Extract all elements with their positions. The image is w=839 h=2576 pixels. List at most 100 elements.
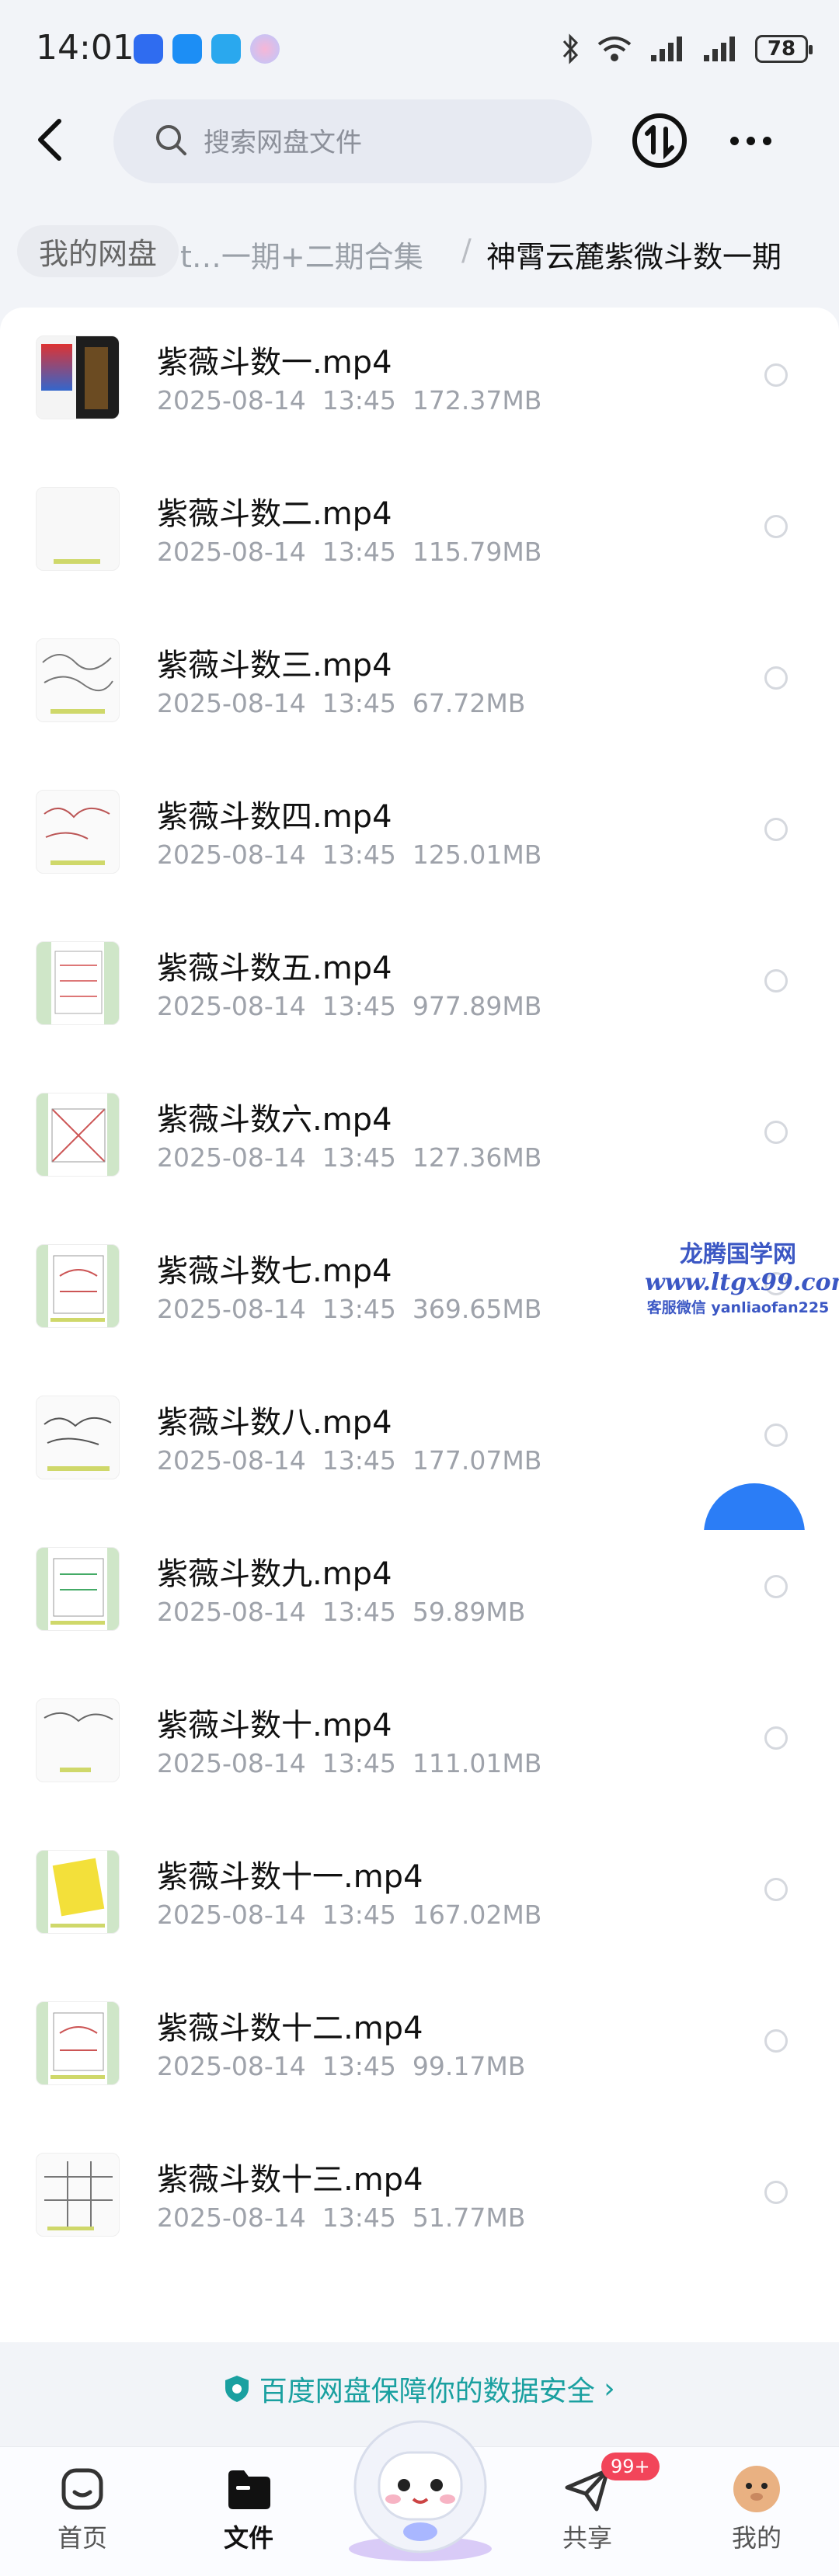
assistant-app-icon <box>250 34 280 64</box>
file-row[interactable]: 紫薇斗数六.mp4 2025-08-14 13:45 127.36MB <box>0 1065 839 1216</box>
breadcrumb-parent[interactable]: t…一期+二期合集 <box>180 233 423 276</box>
video-thumbnail <box>36 1093 120 1177</box>
select-radio[interactable] <box>764 1121 788 1144</box>
battery-indicator: 78 <box>755 35 813 63</box>
tab-home[interactable]: 首页 <box>28 2458 137 2567</box>
file-name: 紫薇斗数二.mp4 <box>157 496 392 532</box>
file-row[interactable]: 紫薇斗数二.mp4 2025-08-14 13:45 115.79MB <box>0 459 839 610</box>
file-row[interactable]: 紫薇斗数九.mp4 2025-08-14 13:45 59.89MB <box>0 1519 839 1670</box>
select-radio[interactable] <box>764 2029 788 2053</box>
video-thumbnail <box>36 487 120 571</box>
search-placeholder: 搜索网盘文件 <box>204 127 362 158</box>
safety-text: 百度网盘保障你的数据安全 <box>259 2376 595 2407</box>
status-indicators: 78 <box>561 30 813 68</box>
file-row[interactable]: 紫薇斗数一.mp4 2025-08-14 13:45 172.37MB <box>0 308 839 459</box>
video-thumbnail <box>36 2001 120 2085</box>
file-meta: 2025-08-14 13:45 977.89MB <box>157 991 542 1021</box>
file-meta: 2025-08-14 13:45 369.65MB <box>157 1294 542 1324</box>
file-row[interactable]: 紫薇斗数四.mp4 2025-08-14 13:45 125.01MB <box>0 762 839 913</box>
breadcrumb-current: 神霄云麓紫微斗数一期 <box>486 240 782 274</box>
chevron-right-icon: › <box>604 2373 615 2405</box>
file-meta: 2025-08-14 13:45 67.72MB <box>157 688 526 718</box>
video-thumbnail <box>36 1850 120 1934</box>
select-radio[interactable] <box>764 1878 788 1901</box>
wifi-icon <box>597 37 632 61</box>
add-fab-button[interactable] <box>704 1483 805 1530</box>
video-thumbnail <box>36 638 120 722</box>
select-radio[interactable] <box>764 818 788 841</box>
avatar <box>733 2466 780 2512</box>
safety-banner[interactable]: 百度网盘保障你的数据安全 › <box>0 2369 839 2420</box>
select-radio[interactable] <box>764 666 788 690</box>
file-name: 紫薇斗数八.mp4 <box>157 1405 392 1441</box>
select-radio[interactable] <box>764 1726 788 1750</box>
tab-mine[interactable]: 我的 <box>702 2458 811 2567</box>
video-thumbnail <box>36 2153 120 2237</box>
video-thumbnail <box>36 790 120 874</box>
select-radio[interactable] <box>764 1575 788 1598</box>
file-meta: 2025-08-14 13:45 59.89MB <box>157 1597 526 1627</box>
file-meta: 2025-08-14 13:45 167.02MB <box>157 1900 542 1930</box>
file-name: 紫薇斗数十一.mp4 <box>157 1859 423 1895</box>
file-name: 紫薇斗数七.mp4 <box>157 1253 392 1289</box>
file-name: 紫薇斗数五.mp4 <box>157 951 392 986</box>
file-name: 紫薇斗数三.mp4 <box>157 648 392 683</box>
select-radio[interactable] <box>764 363 788 387</box>
watermark-contact: 客服微信 yanliaofan225 <box>646 1299 830 1316</box>
share-badge: 99+ <box>601 2453 660 2480</box>
breadcrumb-separator: / <box>461 233 472 267</box>
status-bar: 14:01 78 <box>0 0 839 93</box>
file-name: 紫薇斗数九.mp4 <box>157 1556 392 1592</box>
transfer-arrows-icon <box>645 125 674 160</box>
shield-icon <box>225 2376 249 2402</box>
file-name: 紫薇斗数十二.mp4 <box>157 2011 423 2046</box>
tab-mine-label: 我的 <box>731 2523 782 2553</box>
home-icon <box>61 2468 103 2510</box>
cloud-app-icon <box>172 34 202 64</box>
file-row[interactable]: 紫薇斗数三.mp4 2025-08-14 13:45 67.72MB <box>0 610 839 762</box>
search-input[interactable]: 搜索网盘文件 <box>113 99 592 183</box>
file-row[interactable]: 紫薇斗数五.mp4 2025-08-14 13:45 977.89MB <box>0 913 839 1065</box>
tab-share-label: 共享 <box>562 2523 612 2553</box>
video-thumbnail <box>36 1547 120 1631</box>
file-row[interactable]: 紫薇斗数十三.mp4 2025-08-14 13:45 51.77MB <box>0 2125 839 2276</box>
file-name: 紫薇斗数六.mp4 <box>157 1102 392 1138</box>
status-time: 14:01 <box>36 28 134 68</box>
select-radio[interactable] <box>764 969 788 993</box>
notification-app-icon <box>134 34 163 64</box>
file-meta: 2025-08-14 13:45 127.36MB <box>157 1142 542 1173</box>
video-thumbnail <box>36 1698 120 1782</box>
breadcrumb-root[interactable]: 我的网盘 <box>17 225 179 277</box>
file-list: 紫薇斗数一.mp4 2025-08-14 13:45 172.37MB 紫薇斗数… <box>0 308 839 2342</box>
tab-files-label: 文件 <box>223 2523 273 2553</box>
file-meta: 2025-08-14 13:45 172.37MB <box>157 385 542 415</box>
file-meta: 2025-08-14 13:45 111.01MB <box>157 1748 542 1778</box>
file-row[interactable]: 紫薇斗数十二.mp4 2025-08-14 13:45 99.17MB <box>0 1973 839 2125</box>
file-name: 紫薇斗数十.mp4 <box>157 1708 392 1743</box>
file-row[interactable]: 紫薇斗数十.mp4 2025-08-14 13:45 111.01MB <box>0 1670 839 1822</box>
signal-icon-2 <box>704 37 735 61</box>
signal-icon <box>651 37 682 61</box>
select-radio[interactable] <box>764 1424 788 1447</box>
back-arrow-icon[interactable] <box>31 116 70 163</box>
video-thumbnail <box>36 1396 120 1479</box>
file-name: 紫薇斗数一.mp4 <box>157 345 392 381</box>
transfer-icon[interactable] <box>632 113 687 168</box>
file-meta: 2025-08-14 13:45 177.07MB <box>157 1445 542 1476</box>
file-name: 紫薇斗数十三.mp4 <box>157 2162 423 2198</box>
watermark: 龙腾国学网 www.ltgx99.com 客服微信 yanliaofan225 <box>645 1235 839 1317</box>
watermark-url: www.ltgx99.com <box>645 1269 839 1296</box>
file-row[interactable]: 紫薇斗数十一.mp4 2025-08-14 13:45 167.02MB <box>0 1822 839 1973</box>
select-radio[interactable] <box>764 2181 788 2204</box>
video-thumbnail <box>36 335 120 419</box>
video-thumbnail <box>36 941 120 1025</box>
file-meta: 2025-08-14 13:45 115.79MB <box>157 537 542 567</box>
folder-icon <box>228 2470 270 2509</box>
bluetooth-icon <box>562 33 579 64</box>
tab-files[interactable]: 文件 <box>194 2458 303 2567</box>
file-meta: 2025-08-14 13:45 99.17MB <box>157 2051 526 2081</box>
more-options-icon[interactable] <box>730 127 777 154</box>
select-radio[interactable] <box>764 515 788 538</box>
file-meta: 2025-08-14 13:45 51.77MB <box>157 2202 526 2233</box>
ai-assistant-robot-icon[interactable] <box>339 2415 502 2563</box>
